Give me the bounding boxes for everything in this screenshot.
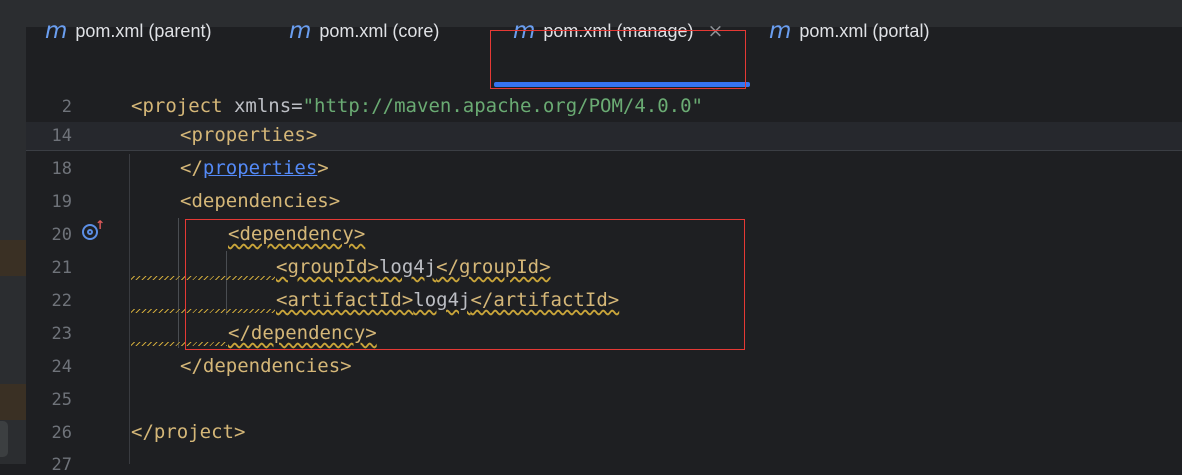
code-token: = <box>291 95 303 117</box>
arrow-up-icon: ↑ <box>95 218 106 232</box>
left-strip-marker <box>0 384 26 420</box>
line-number: 25 <box>51 390 72 410</box>
indent-guide <box>178 218 179 348</box>
maven-m-icon: m <box>289 17 312 44</box>
line-number: 19 <box>51 192 72 212</box>
tab-label: pom.xml (portal) <box>799 20 930 41</box>
code-token: xmlns <box>222 95 292 117</box>
tab-pom-parent[interactable]: m pom.xml (parent) <box>45 0 211 62</box>
code-line-24: </dependencies> <box>180 355 352 377</box>
code-line-14: <properties> <box>180 124 317 146</box>
code-line-26: </project> <box>131 421 245 443</box>
tab-label: pom.xml (parent) <box>75 20 212 41</box>
line-number: 23 <box>51 324 72 344</box>
line-number: 24 <box>51 357 72 377</box>
code-token: > <box>317 157 329 179</box>
code-line-18: </properties> <box>180 157 329 179</box>
code-token: <properties> <box>180 124 318 146</box>
code-token: <dependencies> <box>180 190 341 212</box>
line-number: 14 <box>51 126 72 146</box>
line-number: 2 <box>61 97 72 117</box>
line-number: 22 <box>51 291 72 311</box>
code-line-19: <dependencies> <box>180 190 340 212</box>
code-token: </dependencies> <box>180 355 352 377</box>
code-token: </ <box>180 157 203 179</box>
active-tab-highlight-box <box>490 30 746 89</box>
line-number: 27 <box>51 455 72 475</box>
tab-label: pom.xml (core) <box>319 20 440 41</box>
code-line-2: <project xmlns="http://maven.apache.org/… <box>131 95 703 117</box>
indent-guide <box>129 154 130 464</box>
tab-pom-core[interactable]: m pom.xml (core) <box>289 0 439 62</box>
line-number: 18 <box>51 159 72 179</box>
code-link[interactable]: properties <box>203 157 317 179</box>
left-strip-toggle[interactable] <box>0 421 8 457</box>
left-strip-marker <box>0 240 26 276</box>
line-number: 20 <box>51 225 72 245</box>
line-number: 21 <box>51 258 72 278</box>
code-token: </project> <box>131 421 246 443</box>
maven-m-icon: m <box>45 17 68 44</box>
code-token: "http://maven.apache.org/POM/4.0.0" <box>302 95 703 117</box>
maven-m-icon: m <box>769 17 792 44</box>
sticky-lines-separator <box>26 150 1182 151</box>
code-token: <project <box>131 95 223 117</box>
tab-pom-portal[interactable]: m pom.xml (portal) <box>769 0 929 62</box>
line-number: 26 <box>51 423 72 443</box>
dependency-highlight-box <box>185 219 745 350</box>
